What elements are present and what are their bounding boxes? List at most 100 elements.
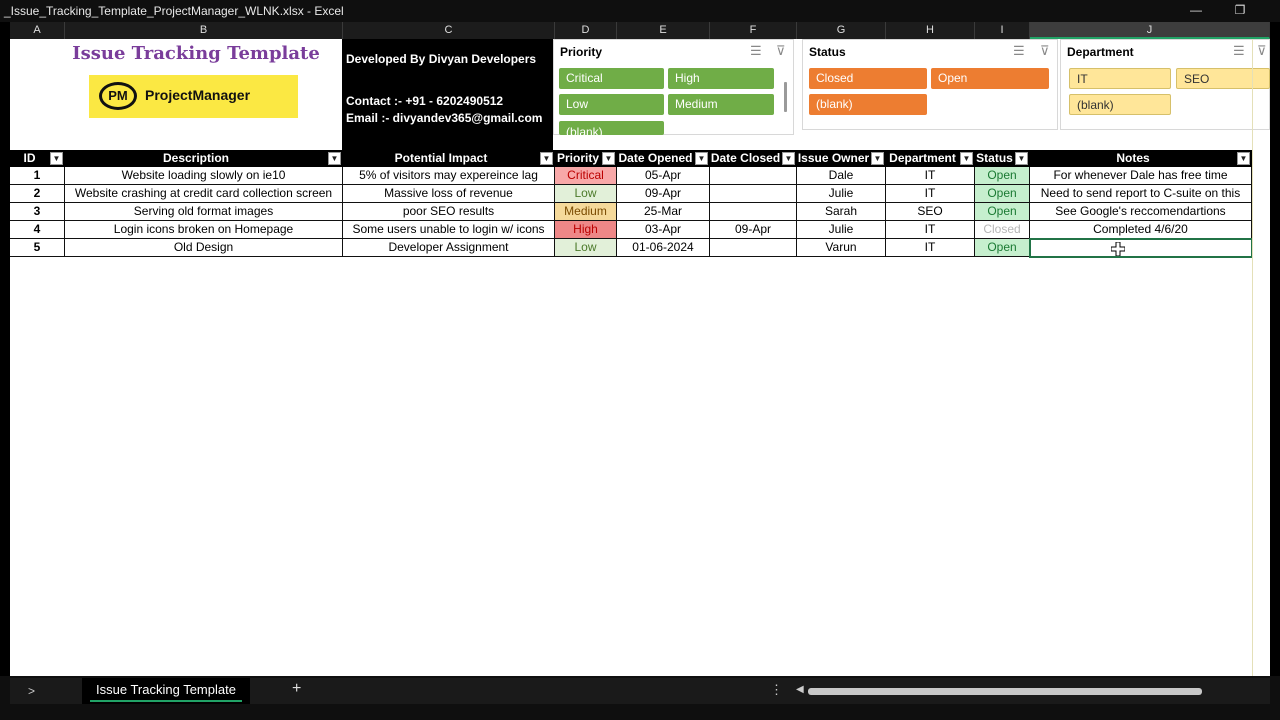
slicer-item-closed[interactable]: Closed (809, 68, 927, 89)
cell-department[interactable]: IT (886, 239, 975, 256)
sheet-tab-issue-tracking-template[interactable]: Issue Tracking Template (82, 678, 250, 704)
slicer-item-it[interactable]: IT (1069, 68, 1171, 89)
column-header-h[interactable]: H (886, 22, 975, 39)
slicer-item-medium[interactable]: Medium (668, 94, 774, 115)
header-description[interactable]: Description ▼ (65, 150, 343, 167)
cell-notes[interactable]: See Google's reccomendartions (1030, 203, 1252, 220)
clear-filter-icon[interactable]: ⊽ (1257, 43, 1267, 59)
header-notes[interactable]: Notes ▼ (1030, 150, 1252, 167)
filter-dropdown-icon[interactable]: ▼ (1015, 152, 1028, 165)
column-header-b[interactable]: B (65, 22, 343, 39)
cell-potential-impact[interactable]: Massive loss of revenue (343, 185, 555, 202)
column-header-a[interactable]: A (10, 22, 65, 39)
cell-issue-owner[interactable]: Sarah (797, 203, 886, 220)
scroll-left-icon[interactable]: ◀ (796, 684, 804, 695)
column-header-j[interactable]: J (1030, 22, 1270, 39)
cell-status[interactable]: Open (975, 167, 1030, 184)
cell-id[interactable]: 5 (10, 239, 65, 256)
worksheet-grid[interactable]: Issue Tracking Template PM ProjectManage… (10, 39, 1270, 676)
slicer-item-seo[interactable]: SEO (1176, 68, 1270, 89)
filter-dropdown-icon[interactable]: ▼ (960, 152, 973, 165)
filter-dropdown-icon[interactable]: ▼ (782, 152, 795, 165)
cell-notes[interactable]: For whenever Dale has free time (1030, 167, 1252, 184)
more-options-icon[interactable]: ⋮ (770, 682, 783, 698)
cell-issue-owner[interactable]: Dale (797, 167, 886, 184)
slicer-item-critical[interactable]: Critical (559, 68, 664, 89)
cell-id[interactable]: 1 (10, 167, 65, 184)
cell-priority[interactable]: Medium (555, 203, 617, 220)
header-date-closed[interactable]: Date Closed ▼ (710, 150, 797, 167)
filter-dropdown-icon[interactable]: ▼ (871, 152, 884, 165)
filter-dropdown-icon[interactable]: ▼ (328, 152, 341, 165)
priority-slicer[interactable]: Priority ☰ ⊽ Critical High Low Medium (b… (553, 39, 794, 135)
clear-filter-icon[interactable]: ⊽ (776, 43, 786, 59)
cell-department[interactable]: IT (886, 185, 975, 202)
column-header-d[interactable]: D (555, 22, 617, 39)
slicer-item-low[interactable]: Low (559, 94, 664, 115)
cell-department[interactable]: IT (886, 167, 975, 184)
cell-potential-impact[interactable]: Some users unable to login w/ icons (343, 221, 555, 238)
slicer-item-open[interactable]: Open (931, 68, 1049, 89)
cell-issue-owner[interactable]: Julie (797, 185, 886, 202)
cell-date-closed[interactable] (710, 203, 797, 220)
cell-description[interactable]: Website crashing at credit card collecti… (65, 185, 343, 202)
minimize-button[interactable]: — (1186, 2, 1206, 18)
cell-date-opened[interactable]: 09-Apr (617, 185, 710, 202)
header-issue-owner[interactable]: Issue Owner ▼ (797, 150, 886, 167)
active-cell-selection[interactable] (1029, 238, 1253, 258)
cell-date-opened[interactable]: 05-Apr (617, 167, 710, 184)
filter-dropdown-icon[interactable]: ▼ (602, 152, 615, 165)
cell-issue-owner[interactable]: Varun (797, 239, 886, 256)
filter-dropdown-icon[interactable]: ▼ (540, 152, 553, 165)
cell-date-opened[interactable]: 03-Apr (617, 221, 710, 238)
cell-date-closed[interactable]: 09-Apr (710, 221, 797, 238)
cell-department[interactable]: IT (886, 221, 975, 238)
cell-department[interactable]: SEO (886, 203, 975, 220)
status-slicer[interactable]: Status ☰ ⊽ Closed Open (blank) (802, 39, 1058, 130)
multi-select-icon[interactable]: ☰ (750, 43, 762, 59)
cell-date-closed[interactable] (710, 185, 797, 202)
filter-dropdown-icon[interactable]: ▼ (1237, 152, 1250, 165)
multi-select-icon[interactable]: ☰ (1013, 43, 1025, 59)
add-sheet-button[interactable]: + (292, 680, 301, 698)
cell-date-opened[interactable]: 01-06-2024 (617, 239, 710, 256)
header-status[interactable]: Status ▼ (975, 150, 1030, 167)
cell-date-closed[interactable] (710, 167, 797, 184)
cell-description[interactable]: Old Design (65, 239, 343, 256)
header-department[interactable]: Department ▼ (886, 150, 975, 167)
header-date-opened[interactable]: Date Opened ▼ (617, 150, 710, 167)
clear-filter-icon[interactable]: ⊽ (1040, 43, 1050, 59)
cell-priority[interactable]: Low (555, 239, 617, 256)
cell-id[interactable]: 4 (10, 221, 65, 238)
cell-description[interactable]: Website loading slowly on ie10 (65, 167, 343, 184)
cell-status[interactable]: Closed (975, 221, 1030, 238)
cell-potential-impact[interactable]: Developer Assignment (343, 239, 555, 256)
cell-description[interactable]: Serving old format images (65, 203, 343, 220)
column-header-i[interactable]: I (975, 22, 1030, 39)
cell-date-opened[interactable]: 25-Mar (617, 203, 710, 220)
header-potential-impact[interactable]: Potential Impact ▼ (343, 150, 555, 167)
cell-notes[interactable]: Need to send report to C-suite on this (1030, 185, 1252, 202)
cell-notes[interactable]: Completed 4/6/20 (1030, 221, 1252, 238)
sheet-nav-next-icon[interactable]: > (28, 684, 35, 698)
multi-select-icon[interactable]: ☰ (1233, 43, 1245, 59)
cell-date-closed[interactable] (710, 239, 797, 256)
header-priority[interactable]: Priority ▼ (555, 150, 617, 167)
cell-id[interactable]: 2 (10, 185, 65, 202)
column-header-c[interactable]: C (343, 22, 555, 39)
slicer-item-blank[interactable]: (blank) (809, 94, 927, 115)
horizontal-scrollbar-thumb[interactable] (808, 688, 1202, 695)
column-header-g[interactable]: G (797, 22, 886, 39)
cell-status[interactable]: Open (975, 185, 1030, 202)
cell-potential-impact[interactable]: 5% of visitors may expereince lag (343, 167, 555, 184)
slicer-item-high[interactable]: High (668, 68, 774, 89)
priority-slicer-scrollbar[interactable] (784, 82, 787, 112)
cell-status[interactable]: Open (975, 239, 1030, 256)
header-id[interactable]: ID ▼ (10, 150, 65, 167)
column-header-e[interactable]: E (617, 22, 710, 39)
slicer-item-blank[interactable]: (blank) (1069, 94, 1171, 115)
cell-priority[interactable]: Low (555, 185, 617, 202)
cell-description[interactable]: Login icons broken on Homepage (65, 221, 343, 238)
cell-id[interactable]: 3 (10, 203, 65, 220)
filter-dropdown-icon[interactable]: ▼ (50, 152, 63, 165)
